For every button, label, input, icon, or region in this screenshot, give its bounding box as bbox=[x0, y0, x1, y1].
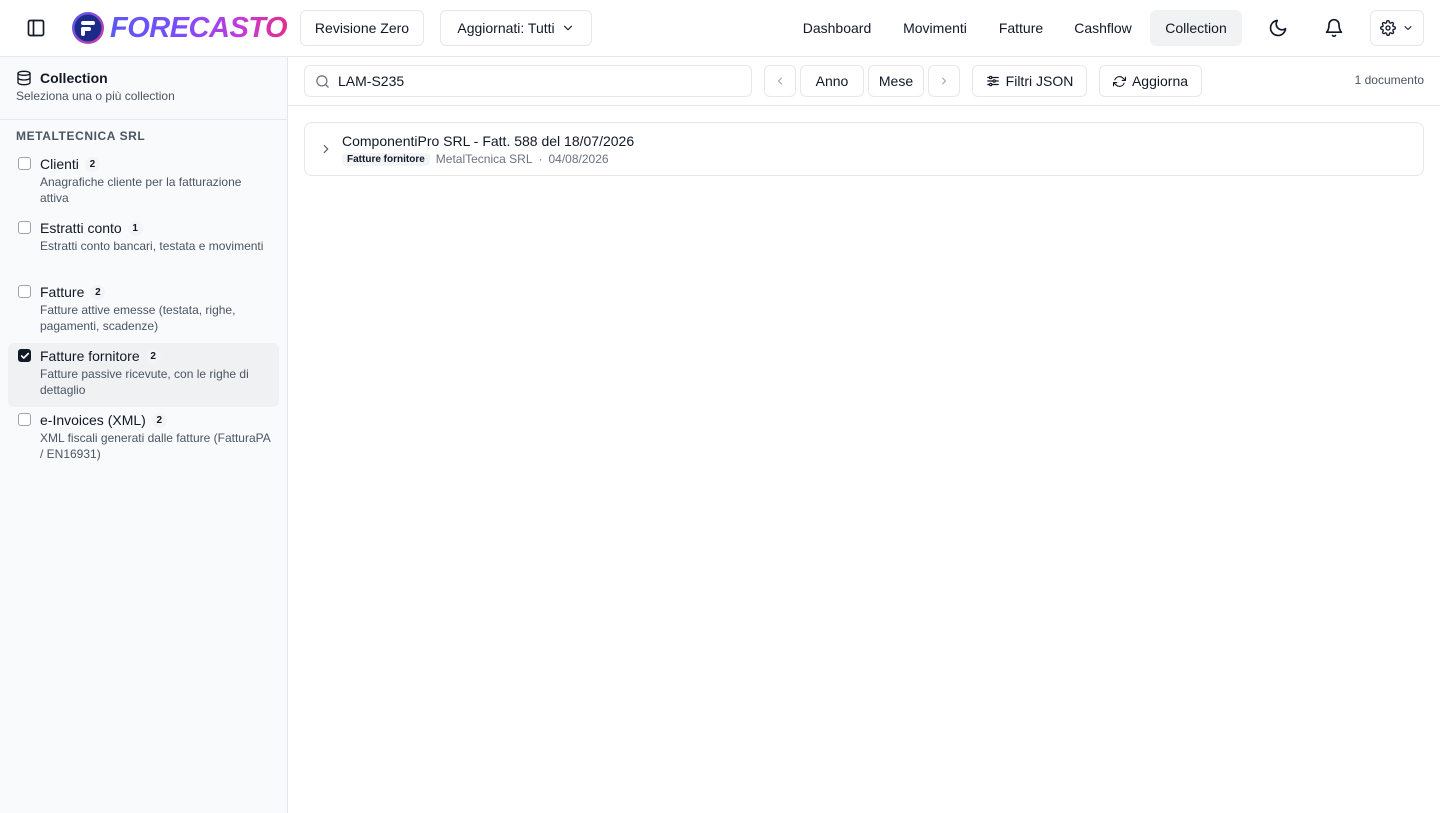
chevron-right-icon bbox=[938, 75, 950, 87]
logo-text: FORECASTO bbox=[110, 12, 288, 44]
checkbox[interactable] bbox=[18, 221, 31, 234]
collection-badge: Fatture fornitore bbox=[342, 152, 430, 166]
nav-cashflow[interactable]: Cashflow bbox=[1062, 10, 1144, 46]
main-content: Anno Mese Filtri JSON Aggiorna 1 documen… bbox=[288, 57, 1440, 813]
check-icon bbox=[20, 352, 29, 359]
collection-sidebar: Collection Seleziona una o più collectio… bbox=[0, 57, 288, 813]
anno-button[interactable]: Anno bbox=[800, 65, 864, 97]
chevron-right-icon[interactable] bbox=[319, 142, 333, 156]
sidebar-toggle-icon[interactable] bbox=[22, 14, 50, 42]
top-bar: FORECASTO Revisione Zero Aggiornati: Tut… bbox=[0, 0, 1440, 57]
next-period-button[interactable] bbox=[928, 65, 960, 97]
collection-count-badge: 2 bbox=[151, 412, 167, 428]
sidebar-title: Collection bbox=[40, 70, 108, 86]
meta-separator: · bbox=[538, 152, 543, 166]
collection-name: Fatture fornitore bbox=[40, 348, 140, 364]
refresh-icon bbox=[1112, 75, 1126, 88]
checkbox[interactable] bbox=[18, 285, 31, 298]
logo-mark-icon bbox=[72, 12, 104, 44]
nav-collection[interactable]: Collection bbox=[1150, 10, 1242, 46]
document-company: MetalTecnica SRL bbox=[435, 152, 533, 166]
aggiornati-dropdown[interactable]: Aggiornati: Tutti bbox=[440, 10, 592, 46]
collection-description: Fatture attive emesse (testata, righe, p… bbox=[40, 303, 236, 333]
aggiorna-button[interactable]: Aggiorna bbox=[1099, 65, 1202, 97]
nav-movimenti[interactable]: Movimenti bbox=[890, 10, 980, 46]
document-count: 1 documento bbox=[1354, 73, 1424, 87]
collection-count-badge: 2 bbox=[145, 348, 161, 364]
collection-count-badge: 2 bbox=[90, 284, 106, 300]
bell-icon[interactable] bbox=[1320, 14, 1348, 42]
revisione-button[interactable]: Revisione Zero bbox=[300, 10, 424, 46]
database-icon bbox=[16, 70, 32, 86]
chevron-left-icon bbox=[774, 75, 786, 87]
collection-name: Fatture bbox=[40, 284, 85, 300]
settings-menu-button[interactable] bbox=[1370, 10, 1424, 46]
logo[interactable]: FORECASTO bbox=[72, 12, 288, 44]
company-group-label: METALTECNICA SRL bbox=[16, 129, 146, 143]
collection-item-clienti[interactable]: Clienti 2 Anagrafiche cliente per la fat… bbox=[8, 151, 279, 215]
search-input[interactable] bbox=[338, 73, 738, 89]
chevron-down-icon bbox=[1402, 22, 1414, 34]
document-row[interactable]: ComponentiPro SRL - Fatt. 588 del 18/07/… bbox=[304, 122, 1424, 176]
sliders-icon bbox=[986, 74, 1000, 88]
nav-dashboard[interactable]: Dashboard bbox=[790, 10, 884, 46]
collection-name: e-Invoices (XML) bbox=[40, 412, 146, 428]
chevron-down-icon bbox=[561, 21, 575, 35]
document-date: 04/08/2026 bbox=[548, 152, 609, 166]
moon-icon[interactable] bbox=[1264, 14, 1292, 42]
collection-count-badge: 2 bbox=[84, 156, 100, 172]
collection-description: Fatture passive ricevute, con le righe d… bbox=[40, 367, 249, 397]
aggiorna-label: Aggiorna bbox=[1131, 73, 1189, 89]
filtri-json-button[interactable]: Filtri JSON bbox=[972, 65, 1087, 97]
nav-fatture[interactable]: Fatture bbox=[988, 10, 1054, 46]
collection-description: Anagrafiche cliente per la fatturazione … bbox=[40, 175, 242, 205]
search-icon bbox=[315, 74, 330, 89]
document-title: ComponentiPro SRL - Fatt. 588 del 18/07/… bbox=[342, 133, 635, 149]
collection-description: Estratti conto bancari, testata e movime… bbox=[40, 239, 264, 253]
sidebar-header: Collection Seleziona una o più collectio… bbox=[0, 57, 287, 120]
checkbox-checked[interactable] bbox=[18, 349, 31, 362]
collection-item-estratti-conto[interactable]: Estratti conto 1 Estratti conto bancari,… bbox=[8, 215, 279, 279]
collection-description: XML fiscali generati dalle fatture (Fatt… bbox=[40, 431, 271, 461]
mese-button[interactable]: Mese bbox=[868, 65, 924, 97]
collection-item-fatture[interactable]: Fatture 2 Fatture attive emesse (testata… bbox=[8, 279, 279, 343]
checkbox[interactable] bbox=[18, 157, 31, 170]
aggiornati-label: Aggiornati: Tutti bbox=[457, 20, 555, 36]
collection-count-badge: 1 bbox=[127, 220, 143, 236]
collection-item-e-invoices[interactable]: e-Invoices (XML) 2 XML fiscali generati … bbox=[8, 407, 279, 471]
collection-item-fatture-fornitore[interactable]: Fatture fornitore 2 Fatture passive rice… bbox=[8, 343, 279, 407]
search-box[interactable] bbox=[304, 65, 752, 97]
collection-name: Clienti bbox=[40, 156, 79, 172]
toolbar: Anno Mese Filtri JSON Aggiorna 1 documen… bbox=[288, 57, 1440, 106]
prev-period-button[interactable] bbox=[764, 65, 796, 97]
collection-name: Estratti conto bbox=[40, 220, 122, 236]
gear-icon bbox=[1380, 20, 1396, 36]
sidebar-subtitle: Seleziona una o più collection bbox=[16, 89, 175, 103]
document-meta: Fatture fornitore MetalTecnica SRL · 04/… bbox=[342, 152, 609, 166]
filtri-json-label: Filtri JSON bbox=[1005, 73, 1074, 89]
checkbox[interactable] bbox=[18, 413, 31, 426]
